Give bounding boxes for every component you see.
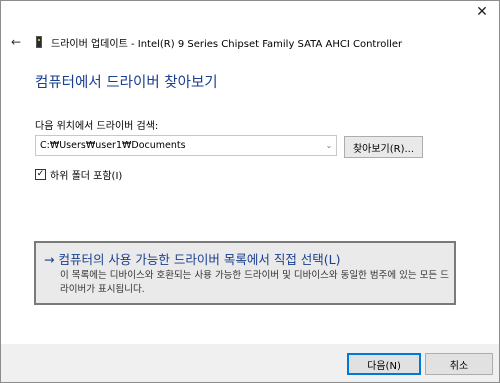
- search-location-label: 다음 위치에서 드라이버 검색:: [35, 121, 159, 132]
- pick-from-list-title[interactable]: → 컴퓨터의 사용 가능한 드라이버 목록에서 직접 선택(L): [44, 249, 341, 268]
- close-icon[interactable]: ✕: [476, 4, 488, 20]
- back-arrow-icon[interactable]: ←: [11, 35, 25, 49]
- pick-from-list-description: 이 목록에는 디바이스와 호환되는 사용 가능한 드라이버 및 디바이스와 동일…: [60, 270, 449, 295]
- include-subfolders-row[interactable]: ✓ 하위 폴더 포함(I): [35, 167, 122, 182]
- dialog-title: 드라이버 업데이트 - Intel(R) 9 Series Chipset Fa…: [51, 39, 403, 50]
- include-subfolders-label[interactable]: 하위 폴더 포함(I): [50, 167, 122, 182]
- dialog-footer: 다음(N) 취소: [1, 344, 499, 382]
- driver-update-dialog: ✕ ← 드라이버 업데이트 - Intel(R) 9 Series Chipse…: [0, 0, 500, 383]
- path-input[interactable]: C:₩Users₩user1₩Documents: [36, 140, 322, 151]
- pick-from-list-option[interactable]: → 컴퓨터의 사용 가능한 드라이버 목록에서 직접 선택(L) 이 목록에는 …: [34, 241, 456, 305]
- page-heading: 컴퓨터에서 드라이버 찾아보기: [35, 75, 218, 91]
- dialog-header: ← 드라이버 업데이트 - Intel(R) 9 Series Chipset …: [1, 31, 499, 55]
- include-subfolders-checkbox[interactable]: ✓: [35, 169, 46, 180]
- chevron-down-icon[interactable]: ⌄: [322, 141, 336, 150]
- path-combobox[interactable]: C:₩Users₩user1₩Documents ⌄: [35, 135, 337, 156]
- close-button[interactable]: ✕: [465, 1, 499, 23]
- browse-button[interactable]: 찾아보기(R)...: [344, 136, 423, 158]
- device-chip-icon: [36, 36, 42, 48]
- cancel-button[interactable]: 취소: [425, 353, 493, 375]
- next-button[interactable]: 다음(N): [347, 353, 421, 375]
